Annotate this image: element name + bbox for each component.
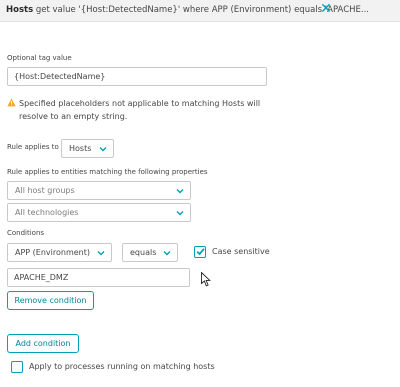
remove-condition-button[interactable]: Remove condition	[7, 291, 94, 310]
warning-icon	[7, 98, 16, 107]
rule-summary-header: Hosts get value '{Host:DetectedName}' wh…	[0, 0, 400, 22]
technologies-value: All technologies	[15, 208, 79, 217]
rule-applies-value: Hosts	[69, 144, 92, 153]
close-icon[interactable]: ✕	[319, 1, 333, 17]
rule-summary: Hosts get value '{Host:DetectedName}' wh…	[6, 5, 369, 15]
add-condition-button[interactable]: Add condition	[7, 334, 79, 353]
chevron-down-icon	[176, 211, 184, 216]
entities-label: Rule applies to entities matching the fo…	[7, 168, 208, 176]
chevron-down-icon	[176, 189, 184, 194]
conditions-label: Conditions	[7, 229, 45, 237]
chevron-down-icon	[163, 251, 171, 256]
apply-processes-checkbox[interactable]	[11, 361, 23, 373]
technologies-select[interactable]: All technologies	[7, 203, 191, 222]
warning-text: Specified placeholders not applicable to…	[19, 99, 261, 121]
tag-value-input[interactable]: {Host:DetectedName}	[7, 67, 267, 86]
summary-text-a: get value '{Host:DetectedName}' where	[35, 5, 209, 15]
case-sensitive-checkbox[interactable]	[194, 246, 206, 258]
chevron-down-icon	[97, 251, 105, 256]
condition-value-input[interactable]: APACHE_DMZ	[7, 268, 190, 287]
condition-operator-select[interactable]: equals	[122, 243, 178, 262]
condition-operator-value: equals	[130, 248, 157, 257]
condition-key-value: APP (Environment)	[15, 248, 90, 257]
summary-text-b: APP (Environment)	[211, 5, 292, 15]
host-groups-select[interactable]: All host groups	[7, 181, 191, 200]
host-groups-value: All host groups	[15, 186, 75, 195]
condition-key-select[interactable]: APP (Environment)	[7, 243, 112, 262]
tag-value-label: Optional tag value	[7, 54, 72, 62]
checkmark-icon	[196, 248, 205, 256]
mouse-cursor-icon	[201, 272, 211, 287]
case-sensitive-label: Case sensitive	[212, 247, 270, 256]
summary-entity: Hosts	[6, 5, 34, 15]
rule-applies-select[interactable]: Hosts	[61, 139, 114, 158]
apply-processes-label: Apply to processes running on matching h…	[29, 362, 215, 371]
chevron-down-icon	[99, 147, 107, 152]
rule-applies-label: Rule applies to	[7, 143, 59, 151]
